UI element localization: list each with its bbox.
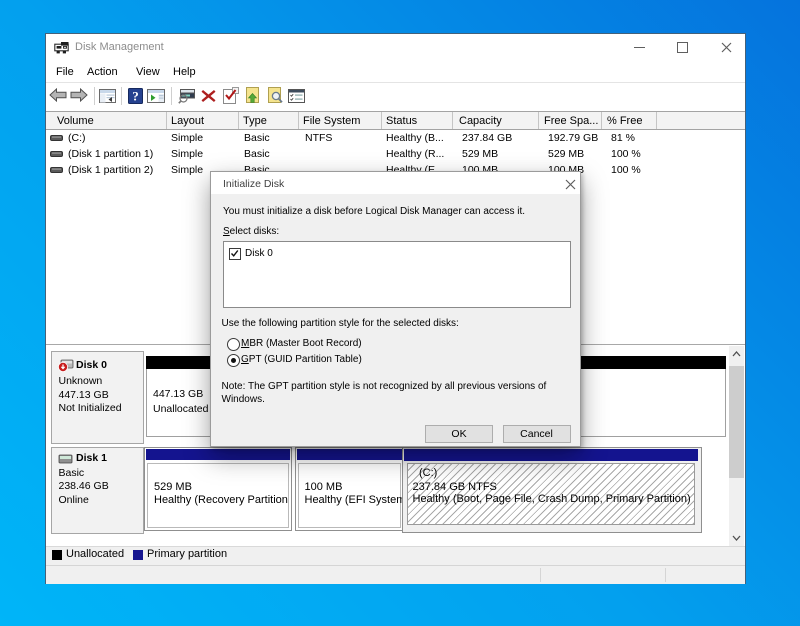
svg-text:?: ? — [132, 89, 139, 104]
